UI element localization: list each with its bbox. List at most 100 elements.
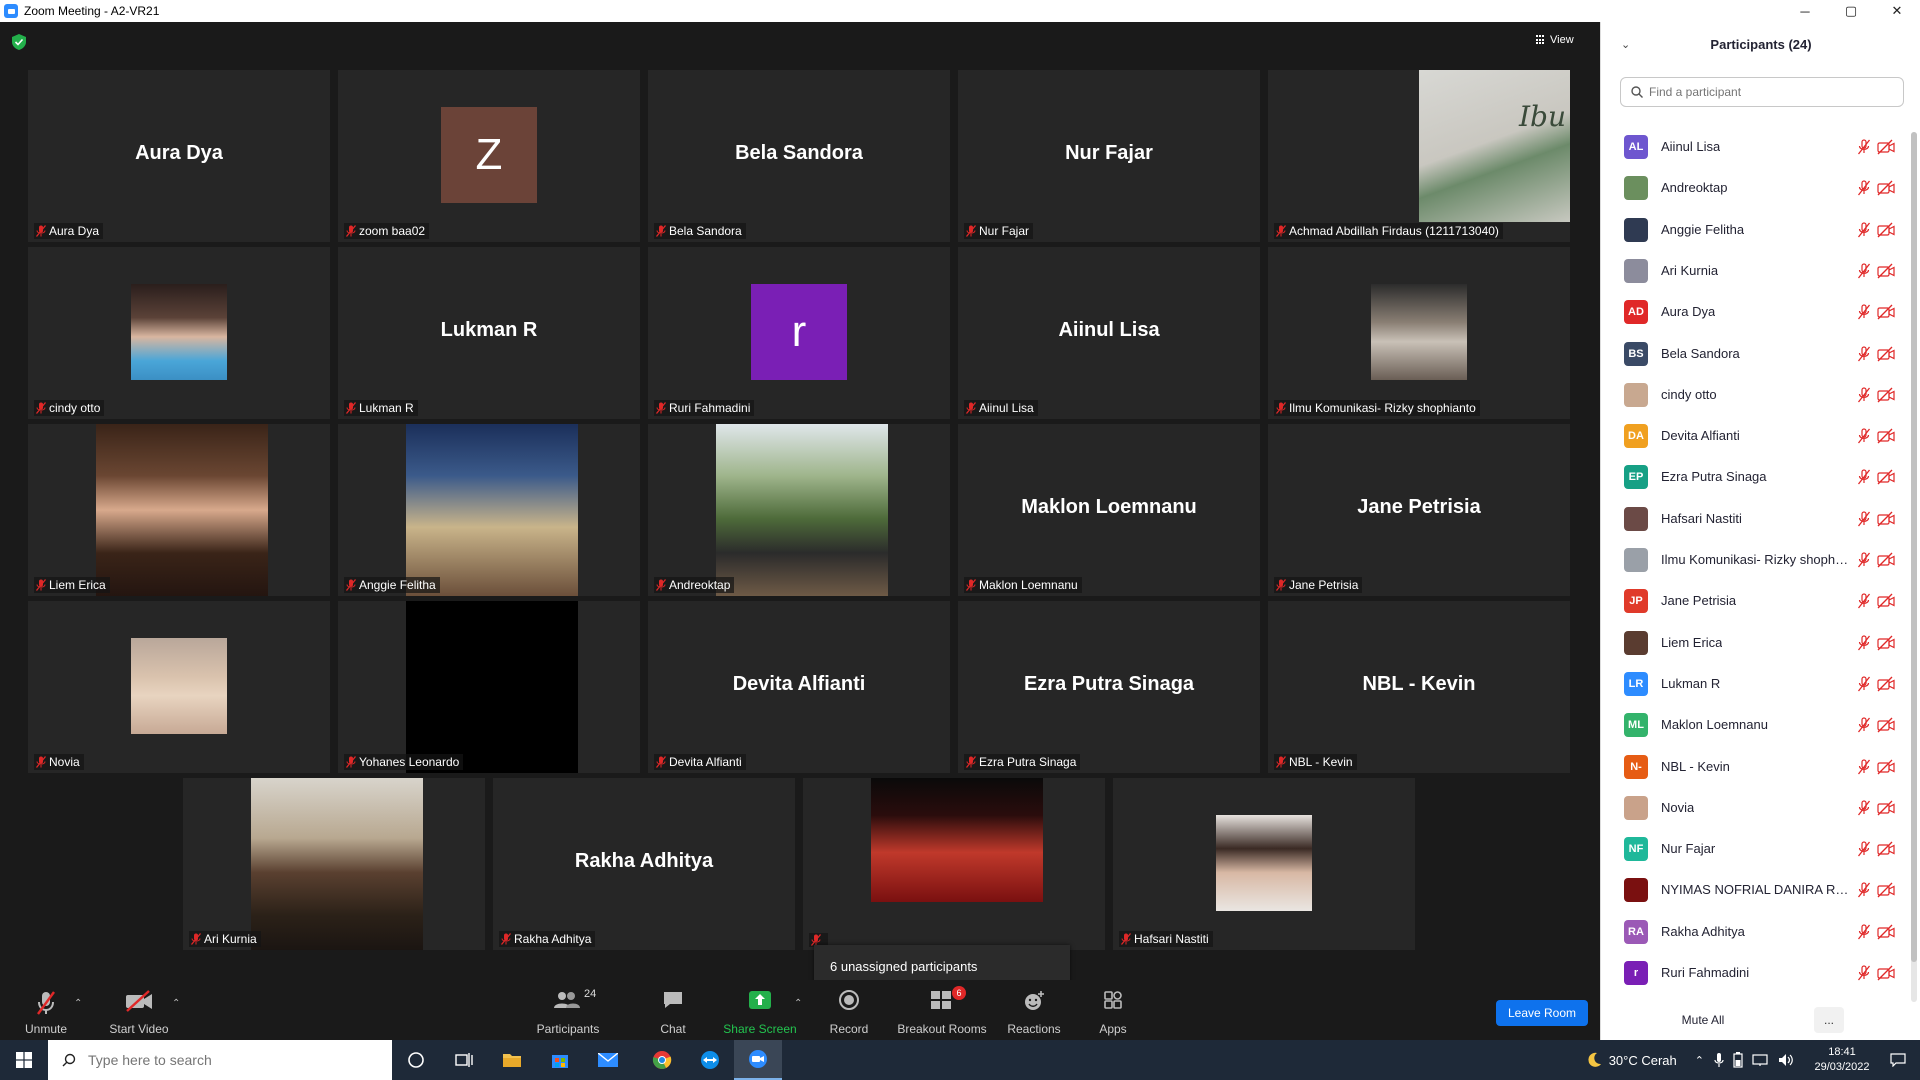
mute-all-button[interactable]: Mute All [1673,1007,1733,1033]
video-tile[interactable]: Ilmu Komunikasi- Rizky shophianto [1268,247,1570,419]
clock[interactable]: 18:41 29/03/2022 [1804,1045,1880,1075]
participant-row[interactable]: ML Maklon Loemnanu [1601,704,1911,745]
record-button[interactable]: Record [826,980,872,1040]
microphone-muted-icon[interactable] [1857,427,1871,444]
battery-icon[interactable] [1732,1052,1744,1068]
microphone-muted-icon[interactable] [1857,551,1871,568]
microphone-muted-icon[interactable] [1857,675,1871,692]
video-camera-off-icon[interactable] [1877,635,1895,651]
microphone-muted-icon[interactable] [1857,923,1871,940]
video-tile[interactable]: Andreoktap [648,424,950,596]
video-camera-off-icon[interactable] [1877,965,1895,981]
notifications-icon[interactable] [1890,1053,1906,1067]
video-camera-off-icon[interactable] [1877,593,1895,609]
microphone-muted-icon[interactable] [1857,262,1871,279]
microphone-muted-icon[interactable] [1857,138,1871,155]
video-tile[interactable]: Hafsari Nastiti [1113,778,1415,950]
video-camera-off-icon[interactable] [1877,924,1895,940]
video-camera-off-icon[interactable] [1877,759,1895,775]
video-camera-off-icon[interactable] [1877,841,1895,857]
video-camera-off-icon[interactable] [1877,263,1895,279]
video-tile[interactable]: NBL - Kevin NBL - Kevin [1268,601,1570,773]
microphone-muted-icon[interactable] [1857,221,1871,238]
video-tile[interactable]: Jane Petrisia Jane Petrisia [1268,424,1570,596]
video-camera-off-icon[interactable] [1877,882,1895,898]
video-tile[interactable]: Liem Erica [28,424,330,596]
participant-row[interactable]: EP Ezra Putra Sinaga [1601,456,1911,497]
video-camera-off-icon[interactable] [1877,800,1895,816]
cortana-icon[interactable] [392,1040,440,1080]
microphone-muted-icon[interactable] [1857,303,1871,320]
participant-row[interactable]: RA Rakha Adhitya [1601,911,1911,952]
microphone-muted-icon[interactable] [1857,345,1871,362]
video-camera-off-icon[interactable] [1877,511,1895,527]
microphone-muted-icon[interactable] [1857,758,1871,775]
microphone-muted-icon[interactable] [1857,964,1871,981]
chrome-icon[interactable] [638,1040,686,1080]
breakout-rooms-button[interactable]: 6 Breakout Rooms [896,980,988,1040]
video-tile[interactable]: Lukman R Lukman R [338,247,640,419]
teamviewer-icon[interactable] [686,1040,734,1080]
chat-button[interactable]: Chat [652,980,694,1040]
participant-row[interactable]: BS Bela Sandora [1601,333,1911,374]
video-tile[interactable]: Aura Dya Aura Dya [28,70,330,242]
microphone-muted-icon[interactable] [1857,881,1871,898]
chevron-up-icon[interactable]: ⌃ [1695,1054,1704,1067]
video-options-caret[interactable]: ⌃ [172,998,180,1009]
participant-list-scrollbar[interactable] [1911,132,1917,1002]
file-explorer-icon[interactable] [488,1040,536,1080]
video-camera-off-icon[interactable] [1877,552,1895,568]
participant-search[interactable] [1620,77,1904,107]
video-camera-off-icon[interactable] [1877,469,1895,485]
microphone-muted-icon[interactable] [1857,799,1871,816]
microphone-muted-icon[interactable] [1857,468,1871,485]
start-video-button[interactable]: Start Video [102,980,176,1040]
microphone-muted-icon[interactable] [1857,386,1871,403]
participants-button[interactable]: 24 Participants [530,980,606,1040]
video-camera-off-icon[interactable] [1877,387,1895,403]
microphone-muted-icon[interactable] [1857,179,1871,196]
participant-row[interactable]: JP Jane Petrisia [1601,580,1911,621]
video-camera-off-icon[interactable] [1877,222,1895,238]
participant-row[interactable]: N- NBL - Kevin [1601,746,1911,787]
zoom-taskbar-icon[interactable] [734,1040,782,1080]
taskbar-search[interactable] [48,1040,392,1080]
audio-options-caret[interactable]: ⌃ [74,998,82,1009]
video-tile[interactable]: Ibu Achmad Abdillah Firdaus (1211713040) [1268,70,1570,242]
minimize-button[interactable]: ─ [1782,0,1828,22]
taskbar-search-input[interactable] [88,1052,368,1068]
shield-icon[interactable] [12,34,26,50]
participant-row[interactable]: Andreoktap [1601,167,1911,208]
participant-row[interactable]: AL Aiinul Lisa [1601,126,1911,167]
view-button[interactable]: View [1536,30,1574,50]
network-icon[interactable] [1752,1053,1770,1067]
video-camera-off-icon[interactable] [1877,346,1895,362]
video-camera-off-icon[interactable] [1877,717,1895,733]
unmute-button[interactable]: Unmute [18,980,74,1040]
participant-row[interactable]: Novia [1601,787,1911,828]
video-tile[interactable] [803,778,1105,950]
participant-row[interactable]: NYIMAS NOFRIAL DANIRA RIAN [1601,869,1911,910]
video-tile[interactable]: Maklon Loemnanu Maklon Loemnanu [958,424,1260,596]
start-button[interactable] [0,1040,48,1080]
video-tile[interactable]: Novia [28,601,330,773]
video-camera-off-icon[interactable] [1877,304,1895,320]
leave-room-button[interactable]: Leave Room [1496,1000,1588,1026]
video-tile[interactable]: cindy otto [28,247,330,419]
microphone-muted-icon[interactable] [1857,716,1871,733]
participant-row[interactable]: AD Aura Dya [1601,291,1911,332]
video-camera-off-icon[interactable] [1877,180,1895,196]
video-tile[interactable]: Devita Alfianti Devita Alfianti [648,601,950,773]
participant-row[interactable]: r Ruri Fahmadini [1601,952,1911,993]
participant-row[interactable]: Ilmu Komunikasi- Rizky shophia... [1601,539,1911,580]
video-tile[interactable]: Anggie Felitha [338,424,640,596]
microphone-muted-icon[interactable] [1857,840,1871,857]
scrollbar-thumb[interactable] [1911,132,1917,962]
video-camera-off-icon[interactable] [1877,428,1895,444]
video-camera-off-icon[interactable] [1877,676,1895,692]
close-button[interactable]: ✕ [1874,0,1920,22]
participant-row[interactable]: DA Devita Alfianti [1601,415,1911,456]
microphone-muted-icon[interactable] [1857,510,1871,527]
task-view-icon[interactable] [440,1040,488,1080]
participant-search-input[interactable] [1649,85,1889,99]
